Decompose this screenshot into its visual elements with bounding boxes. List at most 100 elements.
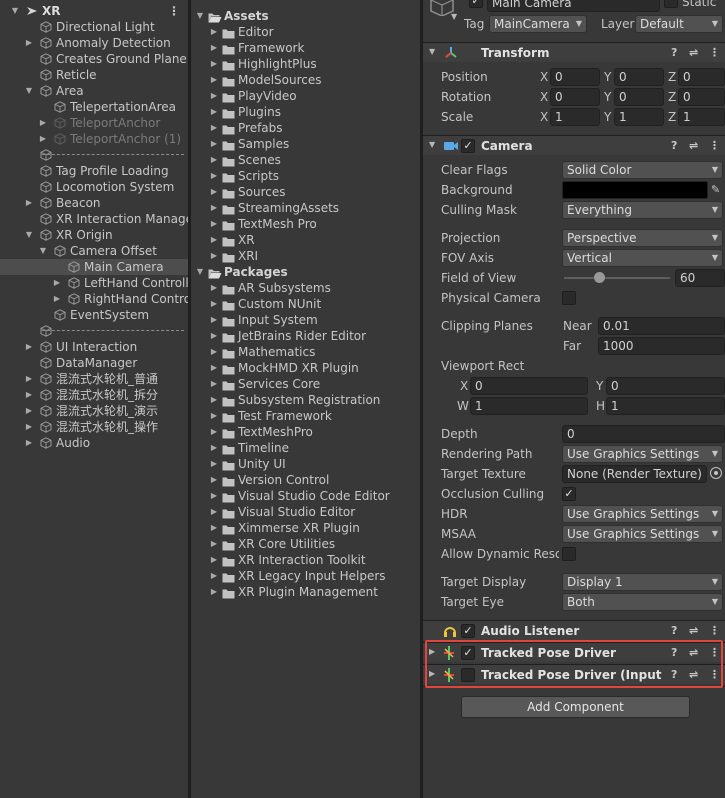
axis-z-label[interactable]: Z [668,90,676,104]
far-clip-field[interactable]: 1000 [598,337,725,355]
axis-x-label[interactable]: X [540,70,548,84]
hierarchy-item[interactable]: XR Interaction Manager [0,211,188,227]
rendering-path-dropdown[interactable]: Use Graphics Settings ▼ [562,445,723,463]
project-folder-item[interactable]: ▶ XR Core Utilities [191,536,420,552]
project-folder-item[interactable]: ▶ Scenes [191,152,420,168]
foldout-arrow-icon[interactable]: ▼ [429,47,435,56]
viewport-h-label[interactable]: H [596,399,605,413]
tracked-pose-driver-input-enabled-checkbox[interactable] [461,668,475,682]
project-folder-item[interactable]: ▶ Samples [191,136,420,152]
foldout-collapsed-icon[interactable]: ▶ [209,120,219,136]
project-folder-item[interactable]: ▶ XRI [191,248,420,264]
foldout-collapsed-icon[interactable]: ▶ [209,328,219,344]
axis-x-label[interactable]: X [540,110,548,124]
project-folder-item[interactable]: ▶ Visual Studio Code Editor [191,488,420,504]
foldout-collapsed-icon[interactable]: ▶ [209,312,219,328]
context-menu-icon[interactable]: ⋮ [709,139,720,152]
hierarchy-item[interactable]: ▶ RightHand Controller [0,291,188,307]
physical-camera-checkbox[interactable] [562,291,576,305]
tracked-pose-driver-input-system-header[interactable]: ▶ Tracked Pose Driver (Input Sys ? ⇌ ⋮ [423,664,725,684]
foldout-collapsed-icon[interactable]: ▶ [209,104,219,120]
hierarchy-item[interactable]: ▶ 混流式水轮机_演示 [0,403,188,419]
hierarchy-item[interactable]: ▶ Anomaly Detection [0,35,188,51]
occlusion-culling-checkbox[interactable]: ✓ [562,487,576,501]
foldout-collapsed-icon[interactable]: ▶ [209,408,219,424]
preset-icon[interactable]: ⇌ [689,668,698,681]
transform-header[interactable]: ▼ Transform ? ⇌ ⋮ [423,42,725,62]
scale-y-field[interactable]: 1 [614,108,664,126]
audio-listener-enabled-checkbox[interactable]: ✓ [461,624,475,638]
preset-icon[interactable]: ⇌ [689,646,698,659]
foldout-collapsed-icon[interactable]: ▶ [209,296,219,312]
viewport-w-label[interactable]: W [457,399,469,413]
foldout-arrow-icon[interactable]: ▶ [429,647,435,656]
position-x-field[interactable]: 0 [550,68,600,86]
scene-menu-icon[interactable]: ⋮ [168,3,180,19]
viewport-w-field[interactable]: 1 [470,397,588,415]
background-color-swatch[interactable] [562,181,708,199]
hierarchy-item[interactable]: Directional Light [0,19,188,35]
project-folder-item[interactable]: ▶ MockHMD XR Plugin [191,360,420,376]
project-folder-item[interactable]: ▶ Timeline [191,440,420,456]
position-label[interactable]: Position [441,70,488,84]
tag-dropdown[interactable]: MainCamera ▼ [489,15,587,33]
rotation-y-field[interactable]: 0 [614,88,664,106]
project-folder-item[interactable]: ▶ XR Legacy Input Helpers [191,568,420,584]
rotation-x-field[interactable]: 0 [550,88,600,106]
project-folder-item[interactable]: ▶ XR Interaction Toolkit [191,552,420,568]
tracked-pose-driver-enabled-checkbox[interactable]: ✓ [461,646,475,660]
projection-dropdown[interactable]: Perspective ▼ [562,229,723,247]
preset-icon[interactable]: ⇌ [689,624,698,637]
foldout-collapsed-icon[interactable]: ▶ [52,291,62,307]
help-icon[interactable]: ? [671,139,677,152]
axis-y-label[interactable]: Y [604,110,611,124]
axis-z-label[interactable]: Z [668,70,676,84]
hierarchy-item[interactable]: TelepertationArea [0,99,188,115]
msaa-dropdown[interactable]: Use Graphics Settings ▼ [562,525,723,543]
hierarchy-separator[interactable] [0,147,188,163]
scale-x-field[interactable]: 1 [550,108,600,126]
fov-slider-track[interactable] [564,277,670,279]
foldout-collapsed-icon[interactable]: ▶ [209,472,219,488]
project-folder-item[interactable]: ▶ Plugins [191,104,420,120]
layer-dropdown[interactable]: Default ▼ [635,15,723,33]
foldout-collapsed-icon[interactable]: ▶ [209,552,219,568]
hierarchy-item[interactable]: Reticle [0,67,188,83]
foldout-collapsed-icon[interactable]: ▶ [209,168,219,184]
foldout-expanded-icon[interactable]: ▼ [195,8,205,24]
viewport-h-field[interactable]: 1 [606,397,725,415]
project-root-folder[interactable]: ▼ Packages [191,264,420,280]
project-folder-item[interactable]: ▶ Version Control [191,472,420,488]
foldout-collapsed-icon[interactable]: ▶ [209,216,219,232]
foldout-collapsed-icon[interactable]: ▶ [209,184,219,200]
scale-label[interactable]: Scale [441,110,473,124]
audio-listener-header[interactable]: ✓ Audio Listener ? ⇌ ⋮ [423,620,725,640]
fov-value-field[interactable]: 60 [675,269,725,287]
gameobject-active-checkbox[interactable]: ✓ [469,0,483,8]
foldout-expanded-icon[interactable]: ▼ [38,243,48,259]
foldout-collapsed-icon[interactable]: ▶ [209,504,219,520]
scale-z-field[interactable]: 1 [678,108,725,126]
hierarchy-item[interactable]: ▶ Audio [0,435,188,451]
foldout-collapsed-icon[interactable]: ▶ [209,280,219,296]
foldout-collapsed-icon[interactable]: ▶ [209,424,219,440]
project-folder-item[interactable]: ▶ XR [191,232,420,248]
hierarchy-item[interactable]: ▶ LeftHand Controller [0,275,188,291]
hierarchy-item[interactable]: Creates Ground Plane [0,51,188,67]
project-folder-item[interactable]: ▶ HighlightPlus [191,56,420,72]
project-folder-item[interactable]: ▶ Editor [191,24,420,40]
project-folder-item[interactable]: ▶ Input System [191,312,420,328]
foldout-collapsed-icon[interactable]: ▶ [209,56,219,72]
near-label[interactable]: Near [563,319,592,333]
project-root-folder[interactable]: ▼ Assets [191,8,420,24]
axis-z-label[interactable]: Z [668,110,676,124]
near-clip-field[interactable]: 0.01 [598,317,725,335]
camera-enabled-checkbox[interactable]: ✓ [461,139,475,153]
foldout-collapsed-icon[interactable]: ▶ [209,136,219,152]
foldout-collapsed-icon[interactable]: ▶ [209,392,219,408]
project-folder-item[interactable]: ▶ JetBrains Rider Editor [191,328,420,344]
target-display-dropdown[interactable]: Display 1 ▼ [562,573,723,591]
hierarchy-item[interactable]: ▶ TeleportAnchor (1) [0,131,188,147]
gameobject-icon-dropdown[interactable]: ▼ [451,12,457,21]
project-folder-item[interactable]: ▶ Prefabs [191,120,420,136]
